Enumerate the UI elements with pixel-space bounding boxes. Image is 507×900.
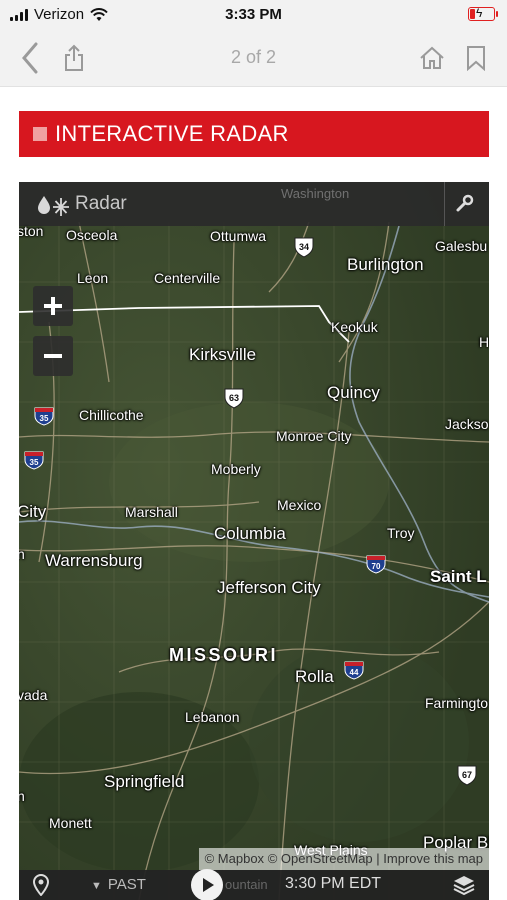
map-city-label: H: [479, 334, 489, 350]
battery-charging-icon: ϟ: [468, 6, 498, 21]
map-city-label: Galesbu: [435, 238, 488, 254]
bookmark-button[interactable]: [458, 40, 494, 76]
hw-35a-label: 35: [40, 414, 49, 423]
radar-timestamp: 3:30 PM EDT: [285, 875, 382, 892]
map-city-label: Chillicothe: [79, 407, 144, 423]
precipitation-icon: [37, 192, 71, 223]
hw-67-label: 67: [462, 770, 472, 780]
radar-timeline-bar: ▼ PAST ountain 3:30 PM EDT: [19, 869, 489, 900]
home-button[interactable]: [414, 40, 450, 76]
improve-map-link[interactable]: Improve this map: [383, 851, 483, 866]
interstate-shield-icon: 44: [344, 661, 364, 680]
layers-icon: [453, 876, 475, 896]
map-city-label: Quincy: [327, 383, 380, 402]
map-city-label: Ottumwa: [210, 228, 267, 244]
hw-44-label: 44: [350, 668, 359, 677]
map-city-label: Mexico: [277, 497, 322, 513]
map-city-label: Leon: [77, 270, 109, 286]
mapbox-attribution-link[interactable]: © Mapbox: [205, 851, 264, 866]
map-city-label: Moberly: [211, 461, 261, 477]
hw-70-label: 70: [372, 562, 381, 571]
zoom-in-button[interactable]: [33, 286, 73, 326]
section-header: INTERACTIVE RADAR: [19, 111, 489, 157]
map-city-label: Osceola: [66, 227, 118, 243]
toolbar-divider: [444, 182, 445, 226]
map-city-label: Keokuk: [331, 319, 378, 335]
map-city-label: Jefferson City: [217, 578, 321, 597]
wrench-icon: [456, 194, 474, 212]
map-city-label: n: [19, 546, 25, 562]
map-attribution: © Mapbox © OpenStreetMap | Improve this …: [198, 848, 489, 870]
past-dropdown[interactable]: ▼ PAST: [91, 876, 146, 893]
us-highway-shield-icon: 67: [457, 765, 477, 786]
minus-icon: [44, 354, 62, 358]
layers-button[interactable]: [453, 874, 475, 900]
status-bar: Verizon 3:33 PM ϟ: [0, 0, 507, 30]
map-city-label: Kirksville: [189, 345, 257, 364]
map-city-label: Jackso: [445, 416, 489, 432]
map-city-label: City: [19, 502, 47, 521]
map-city-label: Farmingto: [425, 695, 489, 711]
map-city-label: ston: [19, 223, 44, 239]
zoom-out-button[interactable]: [33, 336, 73, 376]
map-state-label: MISSOURI: [169, 645, 279, 665]
us-highway-shield-icon: 63: [224, 388, 244, 409]
location-button[interactable]: [32, 873, 50, 900]
status-time: 3:33 PM: [225, 6, 282, 23]
map-city-label: Rolla: [295, 667, 334, 686]
map-city-label: Monroe City: [276, 428, 352, 444]
interstate-shield-icon: 35: [24, 451, 44, 470]
home-icon: [420, 46, 444, 69]
plus-icon: [44, 297, 62, 315]
map-city-label: Saint L: [430, 567, 487, 586]
map-city-label: Columbia: [214, 524, 286, 543]
caret-down-icon: ▼: [91, 880, 102, 892]
map-city-label: n: [19, 788, 25, 804]
map-label-washington: Washington: [281, 186, 350, 201]
past-label: PAST: [107, 876, 146, 893]
nav-bar: 2 of 2: [0, 30, 507, 87]
osm-attribution-link[interactable]: © OpenStreetMap: [268, 851, 373, 866]
play-button[interactable]: [191, 869, 223, 900]
attribution-separator: |: [376, 851, 380, 866]
hw-35b-label: 35: [30, 458, 39, 467]
us-highway-shield-icon: 34: [294, 237, 314, 258]
radar-toolbar: Radar Washington: [19, 182, 489, 226]
interstate-shield-icon: 70: [366, 555, 386, 574]
map-city-label: Monett: [49, 815, 92, 831]
section-title: INTERACTIVE RADAR: [55, 121, 289, 146]
map-city-label: Burlington: [347, 255, 424, 274]
map-label-ghost: ountain: [225, 877, 268, 892]
settings-button[interactable]: [455, 194, 475, 219]
map-city-label: Marshall: [125, 504, 178, 520]
radar-map[interactable]: Radar Washington 34 63 35 35 70 44 67 st…: [19, 182, 489, 900]
bookmark-icon: [467, 46, 485, 71]
map-city-label: vada: [19, 687, 48, 703]
map-city-label: Centerville: [154, 270, 221, 286]
map-city-label: Lebanon: [185, 709, 240, 725]
map-city-label: Warrensburg: [45, 551, 143, 570]
play-icon: [203, 878, 214, 892]
radar-layer-label[interactable]: Radar: [75, 193, 127, 215]
map-city-label: Troy: [387, 525, 415, 541]
map-city-label: Springfield: [104, 772, 185, 791]
interstate-shield-icon: 35: [34, 407, 54, 426]
location-pin-icon: [32, 873, 50, 897]
hw-63-label: 63: [229, 393, 239, 403]
hw-34-label: 34: [299, 242, 309, 252]
square-icon: [33, 127, 47, 141]
